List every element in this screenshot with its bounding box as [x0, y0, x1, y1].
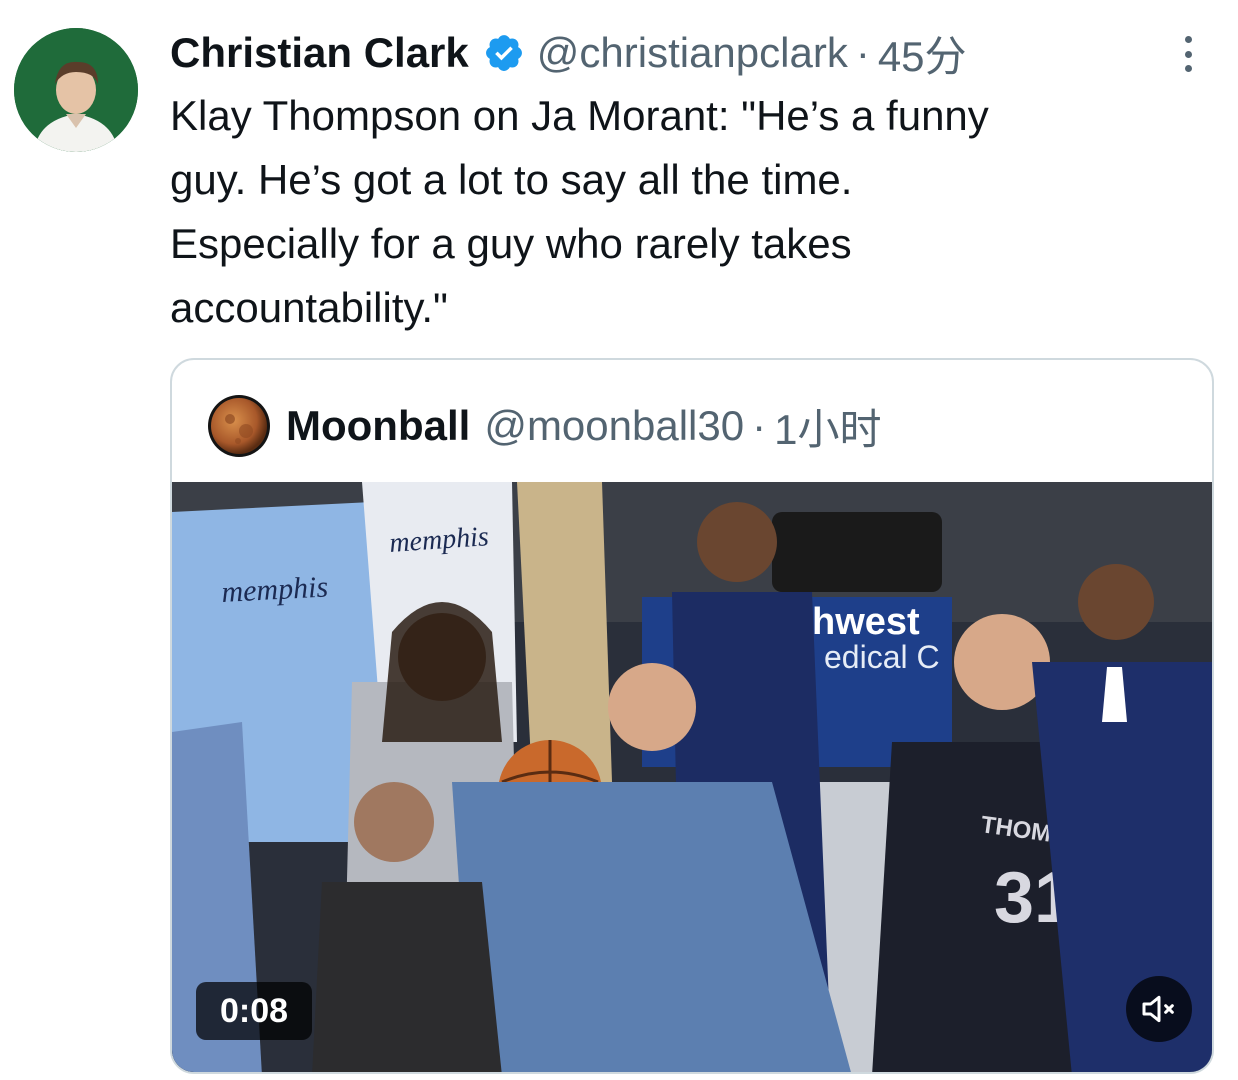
verified-badge-icon: [485, 35, 522, 71]
quoted-author-handle[interactable]: @moonball30: [484, 402, 744, 450]
muted-speaker-icon[interactable]: [1126, 976, 1192, 1042]
quoted-author-display-name[interactable]: Moonball: [286, 402, 470, 450]
tweet-text: Klay Thompson on Ja Morant: "He’s a funn…: [170, 92, 989, 331]
jersey-text: memphis: [221, 570, 329, 609]
quoted-author-avatar[interactable]: [208, 395, 270, 457]
video-frame: hwest edical C memphis memphis 31: [172, 482, 1212, 1072]
tweet-author-avatar[interactable]: [14, 28, 138, 152]
video-player[interactable]: hwest edical C memphis memphis 31 0:08: [172, 482, 1212, 1072]
board-text: hwest: [812, 601, 920, 643]
quoted-tweet-card[interactable]: Moonball @moonball30 · 1小时 hwest edical …: [170, 358, 1214, 1074]
tweet-header: Christian Clark @christianpclark · 45分: [170, 28, 1208, 80]
quoted-tweet-timestamp[interactable]: 1小时: [774, 396, 881, 457]
tweet-timestamp[interactable]: 45分: [878, 23, 967, 84]
quoted-tweet-header: Moonball @moonball30 · 1小时: [208, 394, 881, 458]
separator-dot: ·: [855, 29, 870, 76]
separator-dot: ·: [752, 402, 767, 449]
author-display-name[interactable]: Christian Clark: [170, 29, 469, 77]
board-text: edical C: [824, 639, 940, 675]
more-dots-icon[interactable]: [1178, 32, 1198, 76]
author-handle[interactable]: @christianpclark: [537, 29, 848, 77]
video-duration-badge: 0:08: [196, 982, 312, 1040]
